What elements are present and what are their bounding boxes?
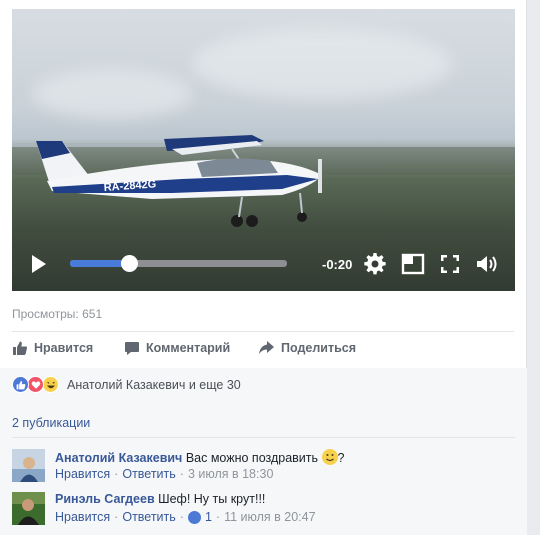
smile-emoji-icon <box>321 449 338 465</box>
comment-body: Ринэль Сагдеев Шеф! Ну ты крут!!! <box>55 492 265 506</box>
share-label: Поделиться <box>281 341 357 355</box>
comment-label: Комментарий <box>146 341 231 355</box>
like-badge-icon <box>187 510 201 524</box>
reactions-summary-text[interactable]: Анатолий Казакевич и еще 30 <box>67 378 241 392</box>
comment-author[interactable]: Анатолий Казакевич <box>55 451 182 465</box>
divider <box>12 437 515 438</box>
share-button[interactable]: Поделиться <box>258 340 356 356</box>
love-reaction-icon <box>27 376 44 393</box>
like-button[interactable]: Нравится <box>12 340 93 356</box>
comment-date[interactable]: 3 июля в 18:30 <box>188 467 273 481</box>
haha-reaction-icon <box>42 376 59 393</box>
progress-fill <box>70 260 129 267</box>
airplane-illustration: RA-2842G <box>36 135 322 227</box>
gear-icon[interactable] <box>363 252 387 276</box>
comment-like-link[interactable]: Нравится <box>55 467 110 481</box>
picture-in-picture-icon[interactable] <box>401 252 425 276</box>
thumbs-up-icon <box>13 341 28 355</box>
comment-icon <box>125 342 139 355</box>
comment-text: Шеф! Ну ты крут!!! <box>158 492 266 506</box>
reactions-summary[interactable]: Анатолий Казакевич и еще 30 <box>0 368 527 404</box>
view-count: Просмотры: 651 <box>12 307 103 321</box>
avatar[interactable] <box>12 449 45 482</box>
comment-meta: Нравится · Ответить · 3 июля в 18:30 <box>55 467 273 481</box>
video-progress-bar[interactable] <box>70 255 287 272</box>
comment-reply-link[interactable]: Ответить <box>122 467 175 481</box>
comment-meta: Нравится · Ответить · 1 · 11 июля в 20:4… <box>55 510 316 524</box>
fullscreen-icon[interactable] <box>438 252 462 276</box>
comment-date[interactable]: 11 июля в 20:47 <box>224 510 315 524</box>
action-bar: Нравится Комментарий Поделиться <box>12 340 515 360</box>
avatar[interactable] <box>12 492 45 525</box>
cloud <box>32 69 192 119</box>
cloud <box>192 29 452 99</box>
separator-dot: · <box>179 510 184 524</box>
separator-dot: · <box>179 467 184 481</box>
separator-dot: · <box>215 510 221 524</box>
post-card: RA-2842G -0:20 Просмотры: 651 Нравится К… <box>0 0 527 535</box>
divider <box>12 331 514 332</box>
volume-icon[interactable] <box>475 252 499 276</box>
comment-like-link[interactable]: Нравится <box>55 510 110 524</box>
comment-body: Анатолий Казакевич Вас можно поздравить … <box>55 449 344 465</box>
separator-dot: · <box>114 467 119 481</box>
separator-dot: · <box>114 510 119 524</box>
progress-knob[interactable] <box>120 255 138 272</box>
video-player[interactable]: RA-2842G -0:20 <box>12 9 515 291</box>
like-reaction-icon <box>12 376 29 393</box>
comment-author[interactable]: Ринэль Сагдеев <box>55 492 155 506</box>
like-label: Нравится <box>34 341 94 355</box>
comment-likes-count[interactable]: 1 <box>205 510 212 524</box>
comments-section: 2 публикации Анатолий Казакевич Вас можн… <box>0 404 527 535</box>
play-icon[interactable] <box>26 252 50 276</box>
comment-reply-link[interactable]: Ответить <box>122 510 175 524</box>
publications-link[interactable]: 2 публикации <box>12 416 90 430</box>
comment-text-end: ? <box>337 451 345 465</box>
share-icon <box>259 341 274 354</box>
comment-text: Вас можно поздравить <box>185 451 322 465</box>
comment-button[interactable]: Комментарий <box>124 340 230 356</box>
time-remaining: -0:20 <box>322 257 353 272</box>
